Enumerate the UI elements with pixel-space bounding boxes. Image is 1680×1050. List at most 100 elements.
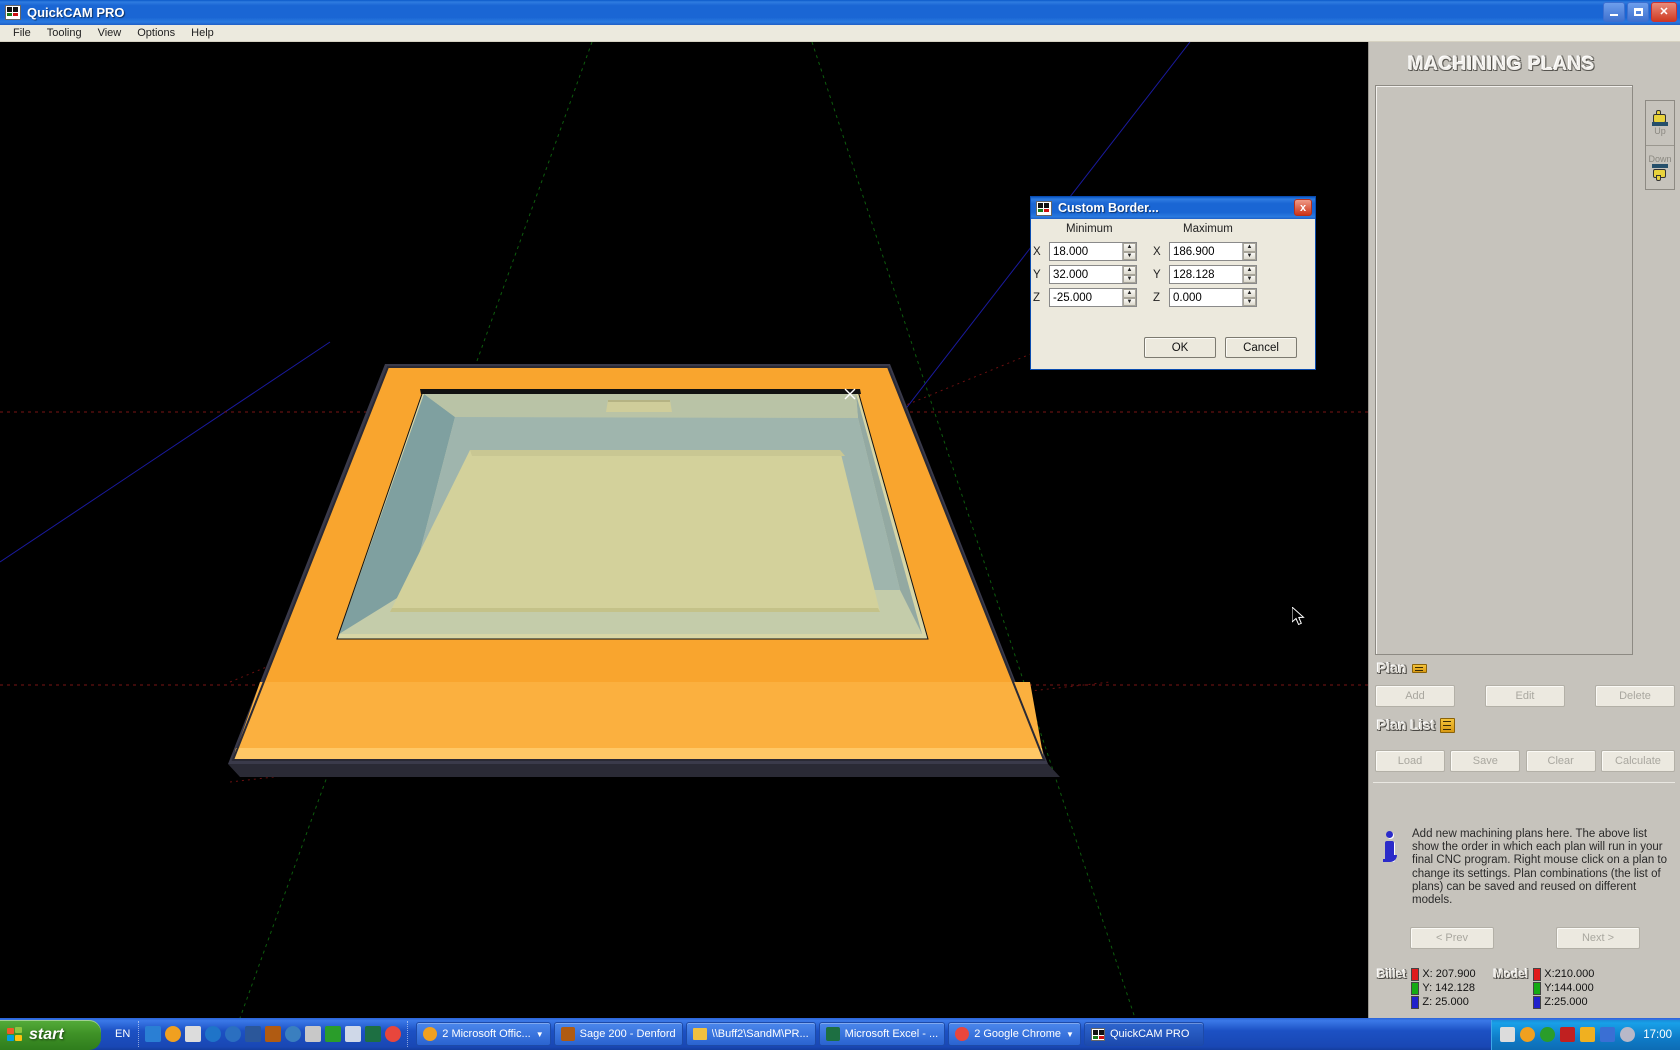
max-x-input[interactable] [1170,243,1242,260]
minimize-icon [1610,14,1618,16]
spin-down-icon: ▼ [1123,298,1136,307]
clock[interactable]: 17:00 [1643,1029,1672,1041]
max-y-arrows[interactable]: ▲▼ [1242,266,1256,283]
add-plan-button[interactable]: Add [1375,685,1455,707]
max-x-axis-label: X [1153,246,1163,258]
excel-icon[interactable] [365,1026,381,1042]
outlook-express-icon[interactable] [325,1026,341,1042]
min-x-input[interactable] [1050,243,1122,260]
min-x-arrows[interactable]: ▲▼ [1122,243,1136,260]
menu-item-file[interactable]: File [5,26,39,40]
max-y-spinner[interactable]: ▲▼ [1169,265,1257,284]
custom-border-dialog[interactable]: Custom Border... x Minimum Maximum X ▲▼ … [1030,196,1316,370]
max-x-arrows[interactable]: ▲▼ [1242,243,1256,260]
task-label: QuickCAM PRO [1110,1028,1189,1040]
ok-button[interactable]: OK [1144,337,1216,358]
quickcam-logo-icon [1091,1028,1105,1041]
desktop-root: QuickCAM PRO ✕ File Tooling View Options… [0,0,1680,1050]
norton-tray-icon[interactable] [1520,1027,1535,1042]
max-z-arrows[interactable]: ▲▼ [1242,289,1256,306]
min-y-arrows[interactable]: ▲▼ [1122,266,1136,283]
delete-plan-button[interactable]: Delete [1595,685,1675,707]
cancel-button[interactable]: Cancel [1225,337,1297,358]
spin-up-icon: ▲ [1123,266,1136,275]
move-down-button[interactable]: Down [1646,146,1674,190]
document-icon[interactable] [345,1026,361,1042]
media-player-icon[interactable] [225,1026,241,1042]
info-icon [1377,831,1403,863]
min-y-spinner[interactable]: ▲▼ [1049,265,1137,284]
prev-button[interactable]: < Prev [1410,927,1494,949]
min-y-row: Y ▲▼ [1033,265,1137,284]
volume-icon[interactable] [1620,1027,1635,1042]
load-plan-list-button[interactable]: Load [1375,750,1445,772]
task-button-sage-200[interactable]: Sage 200 - Denford [554,1022,683,1046]
norton-icon[interactable] [165,1026,181,1042]
edit-plan-button[interactable]: Edit [1485,685,1565,707]
max-z-axis-label: Z [1153,292,1163,304]
task-button-google-chrome[interactable]: 2 Google Chrome ▼ [948,1022,1081,1046]
internet-explorer-icon[interactable] [205,1026,221,1042]
spin-down-icon: ▼ [1243,252,1256,261]
update-icon[interactable] [1580,1027,1595,1042]
alert-icon[interactable] [1560,1027,1575,1042]
task-button-explorer-window[interactable]: \\Buff2\SandM\PR... [686,1022,816,1046]
min-x-spinner[interactable]: ▲▼ [1049,242,1137,261]
chevron-down-icon[interactable]: ▼ [1066,1030,1074,1039]
task-button-microsoft-office[interactable]: 2 Microsoft Offic... ▼ [416,1022,550,1046]
max-z-spinner[interactable]: ▲▼ [1169,288,1257,307]
spin-up-icon: ▲ [1123,243,1136,252]
menu-item-view[interactable]: View [90,26,130,40]
menu-item-tooling[interactable]: Tooling [39,26,90,40]
dialog-body: Minimum Maximum X ▲▼ Y ▲▼ Z [1031,219,1315,371]
model-z: Z:25.000 [1544,995,1594,1009]
next-button[interactable]: Next > [1556,927,1640,949]
cd-burner-icon[interactable] [285,1026,301,1042]
quick-launch-bar [138,1021,408,1047]
sage-icon[interactable] [265,1026,281,1042]
wizard-nav: < Prev Next > [1379,927,1671,949]
move-up-button[interactable]: Up [1646,101,1674,145]
min-z-input[interactable] [1050,289,1122,306]
media-center-icon[interactable] [145,1026,161,1042]
max-z-input[interactable] [1170,289,1242,306]
min-z-arrows[interactable]: ▲▼ [1122,289,1136,306]
language-indicator[interactable]: EN [115,1028,130,1040]
menu-item-help[interactable]: Help [183,26,222,40]
save-plan-list-button[interactable]: Save [1450,750,1520,772]
spin-down-icon: ▼ [1243,275,1256,284]
move-up-label: Up [1654,126,1666,136]
mail-icon[interactable] [305,1026,321,1042]
plan-listbox[interactable] [1375,85,1633,655]
calculate-button[interactable]: Calculate [1601,750,1675,772]
minimize-button[interactable] [1603,2,1625,22]
billet-x: X: 207.900 [1422,967,1475,981]
dialog-close-button[interactable]: x [1294,199,1312,216]
sync-icon[interactable] [1540,1027,1555,1042]
restore-button[interactable] [1627,2,1649,22]
quickcam-logo-icon [1036,201,1052,216]
min-z-spinner[interactable]: ▲▼ [1049,288,1137,307]
spin-up-icon: ▲ [1243,243,1256,252]
dimensions-summary: Billet X: 207.900 Y: 142.128 Z: 25.000 M… [1375,967,1675,1009]
menu-item-options[interactable]: Options [129,26,183,40]
close-button[interactable]: ✕ [1651,2,1677,22]
chevron-down-icon[interactable]: ▼ [536,1030,544,1039]
max-x-spinner[interactable]: ▲▼ [1169,242,1257,261]
chrome-icon[interactable] [385,1026,401,1042]
notepad-icon[interactable] [185,1026,201,1042]
3d-viewport[interactable] [0,42,1368,1018]
y-axis-swatch [1411,982,1419,995]
task-button-microsoft-excel[interactable]: Microsoft Excel - ... [819,1022,946,1046]
word-icon[interactable] [245,1026,261,1042]
display-properties-icon[interactable] [1500,1027,1515,1042]
quickcam-logo-icon [5,5,21,20]
start-button[interactable]: start [0,1020,101,1050]
network-icon[interactable] [1600,1027,1615,1042]
task-label: 2 Google Chrome [974,1028,1061,1040]
min-y-input[interactable] [1050,266,1122,283]
close-icon: x [1300,202,1306,214]
clear-plan-list-button[interactable]: Clear [1526,750,1596,772]
max-y-input[interactable] [1170,266,1242,283]
task-button-quickcam-pro[interactable]: QuickCAM PRO [1084,1022,1204,1046]
